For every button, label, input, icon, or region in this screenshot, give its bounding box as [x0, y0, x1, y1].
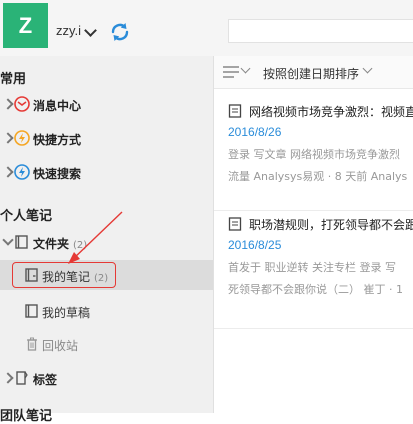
sidebar-item-label: 快速搜索 — [33, 167, 82, 181]
list-item[interactable]: 网络视频市场竞争激烈：视频直 2016/8/26 登录 写文章 网络视频市场竞争… — [214, 92, 413, 211]
note-title[interactable]: 职场潜规则，打死领导都不会跟 — [249, 216, 413, 233]
sort-bar: 按照创建日期排序 — [214, 56, 413, 89]
top-bar: Z zzy.i — [0, 0, 413, 56]
note-snippet: 流量 Analysys易观 · 8 天前 Analys — [228, 170, 408, 183]
sidebar-item-label: 消息中心 — [33, 99, 82, 113]
chevron-down-icon[interactable] — [84, 24, 97, 37]
note-date: 2016/8/25 — [228, 238, 282, 252]
sidebar-item-folder[interactable]: 文件夹 (2) — [0, 228, 213, 258]
annotation-highlight-box — [12, 262, 116, 288]
sidebar-item-label: 回收站 — [42, 339, 79, 353]
chevron-right-icon[interactable] — [2, 166, 14, 178]
folder-count: (2) — [73, 240, 88, 251]
sort-dropdown[interactable]: 按照创建日期排序 — [263, 65, 359, 82]
folder-label: 文件夹 — [33, 237, 70, 251]
sidebar-item-label: 标签 — [33, 373, 58, 387]
lightning-icon — [14, 130, 30, 146]
note-title[interactable]: 网络视频市场竞争激烈：视频直 — [249, 103, 413, 120]
list-item[interactable]: 职场潜规则，打死领导都不会跟 2016/8/25 首发于 职业逆转 关注专栏 登… — [214, 210, 413, 329]
sidebar-item-drafts[interactable]: 我的草稿 — [0, 297, 213, 327]
section-common-title: 常用 — [0, 72, 27, 87]
sidebar-item-quick-search[interactable]: 快速搜索 — [0, 158, 213, 188]
chevron-down-icon[interactable] — [362, 63, 373, 74]
username[interactable]: zzy.i — [56, 23, 81, 38]
chevron-right-icon[interactable] — [2, 132, 14, 144]
sync-icon[interactable] — [108, 20, 132, 44]
draft-icon — [25, 304, 38, 318]
sidebar-item-label: 我的草稿 — [42, 306, 91, 320]
document-icon — [228, 217, 242, 231]
chevron-right-icon[interactable] — [2, 98, 14, 110]
sidebar-item-trash[interactable]: 回收站 — [0, 330, 213, 360]
trash-icon — [27, 337, 37, 351]
sidebar-item-folder-label: 文件夹 (2) — [33, 235, 87, 252]
quick-search-icon — [14, 164, 30, 180]
list-icon[interactable] — [222, 65, 240, 79]
note-snippet: 登录 写文章 网络视频市场竞争激烈 — [228, 148, 400, 161]
search-input[interactable] — [228, 19, 413, 43]
folder-icon — [15, 235, 28, 249]
tag-icon — [16, 371, 28, 385]
sidebar-item-messages[interactable]: 消息中心 — [0, 90, 213, 120]
note-snippet: 死领导都不会跟你说（二） 崔丁 · 1 — [228, 283, 403, 296]
section-team-title: 团队笔记 — [0, 409, 53, 424]
section-personal-title: 个人笔记 — [0, 209, 53, 224]
note-snippet: 首发于 职业逆转 关注专栏 登录 写 — [228, 261, 396, 274]
chevron-down-icon[interactable] — [2, 234, 14, 246]
document-icon — [228, 104, 242, 118]
chevron-right-icon[interactable] — [2, 372, 14, 384]
note-list-panel: 按照创建日期排序 网络视频市场竞争激烈：视频直 2016/8/26 登录 写文章… — [214, 56, 413, 413]
sidebar-item-tags[interactable]: 标签 — [0, 364, 213, 394]
mail-icon — [14, 96, 30, 112]
sidebar-item-label: 快捷方式 — [33, 133, 82, 147]
avatar[interactable]: Z — [3, 3, 48, 48]
chevron-down-icon[interactable] — [240, 63, 251, 74]
note-date: 2016/8/26 — [228, 125, 282, 139]
sidebar-item-shortcuts[interactable]: 快捷方式 — [0, 124, 213, 154]
